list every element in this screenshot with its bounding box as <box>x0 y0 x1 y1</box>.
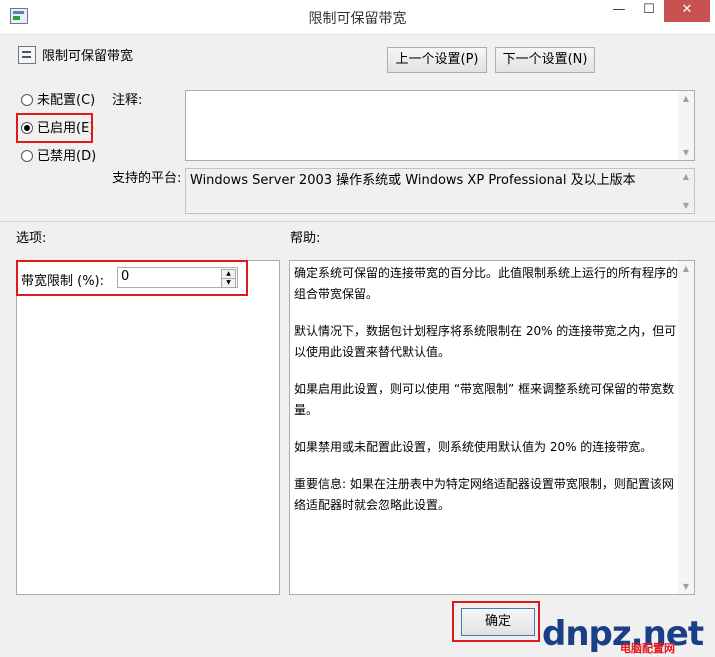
help-text: 确定系统可保留的连接带宽的百分比。此值限制系统上运行的所有程序的组合带宽保留。 … <box>294 263 680 532</box>
help-paragraph: 确定系统可保留的连接带宽的百分比。此值限制系统上运行的所有程序的组合带宽保留。 <box>294 266 679 301</box>
comment-textarea[interactable]: ▲ ▼ <box>185 90 695 161</box>
minimize-button[interactable]: — <box>604 0 634 22</box>
platform-box: Windows Server 2003 操作系统或 Windows XP Pro… <box>185 168 695 214</box>
highlight-enabled-box <box>16 113 93 143</box>
platform-scrollbar[interactable]: ▲ ▼ <box>678 169 694 213</box>
radio-label-not-configured: 未配置(C) <box>37 93 96 108</box>
scroll-up-icon[interactable]: ▲ <box>678 172 694 181</box>
help-paragraph: 如果启用此设置，则可以使用 “带宽限制” 框来调整系统可保留的带宽数量。 <box>294 382 675 417</box>
scroll-down-icon[interactable]: ▼ <box>678 582 694 591</box>
comment-label: 注释: <box>112 93 143 108</box>
setting-name: 限制可保留带宽 <box>42 49 134 64</box>
watermark-tagline: 电脑配置网 <box>620 642 675 655</box>
platform-value: Windows Server 2003 操作系统或 Windows XP Pro… <box>190 173 636 188</box>
highlight-ok-box <box>452 601 540 642</box>
options-panel <box>16 260 280 595</box>
help-paragraph: 默认情况下，数据包计划程序将系统限制在 20% 的连接带宽之内，但可以使用此设置… <box>294 324 677 359</box>
help-scrollbar[interactable]: ▲ ▼ <box>678 261 694 594</box>
radio-disabled[interactable]: 已禁用(D) <box>21 148 96 166</box>
comment-value[interactable] <box>186 91 694 99</box>
radio-not-configured[interactable]: 未配置(C) <box>21 92 95 110</box>
radio-label-disabled: 已禁用(D) <box>37 149 97 164</box>
radio-circle-disabled[interactable] <box>21 150 33 162</box>
highlight-bandwidth-box <box>16 260 248 296</box>
title-bar: 限制可保留带宽 — ☐ ✕ <box>0 0 715 35</box>
maximize-button[interactable]: ☐ <box>634 0 664 22</box>
help-paragraph: 如果禁用或未配置此设置，则系统使用默认值为 20% 的连接带宽。 <box>294 440 653 454</box>
prev-setting-button[interactable]: 上一个设置(P) <box>387 47 487 73</box>
radio-circle-not-configured[interactable] <box>21 94 33 106</box>
scroll-down-icon[interactable]: ▼ <box>678 201 694 210</box>
scroll-down-icon[interactable]: ▼ <box>678 148 694 157</box>
options-label: 选项: <box>16 231 47 246</box>
next-setting-button[interactable]: 下一个设置(N) <box>495 47 595 73</box>
section-divider <box>0 221 715 222</box>
help-paragraph: 重要信息: 如果在注册表中为特定网络适配器设置带宽限制，则配置该网络适配器时就会… <box>294 477 674 512</box>
scroll-up-icon[interactable]: ▲ <box>678 264 694 273</box>
help-label: 帮助: <box>290 231 321 246</box>
platform-label: 支持的平台: <box>112 171 182 186</box>
comment-scrollbar[interactable]: ▲ ▼ <box>678 91 694 160</box>
scroll-up-icon[interactable]: ▲ <box>678 94 694 103</box>
close-button[interactable]: ✕ <box>664 0 710 22</box>
policy-setting-icon <box>18 46 36 64</box>
help-panel: 确定系统可保留的连接带宽的百分比。此值限制系统上运行的所有程序的组合带宽保留。 … <box>289 260 695 595</box>
